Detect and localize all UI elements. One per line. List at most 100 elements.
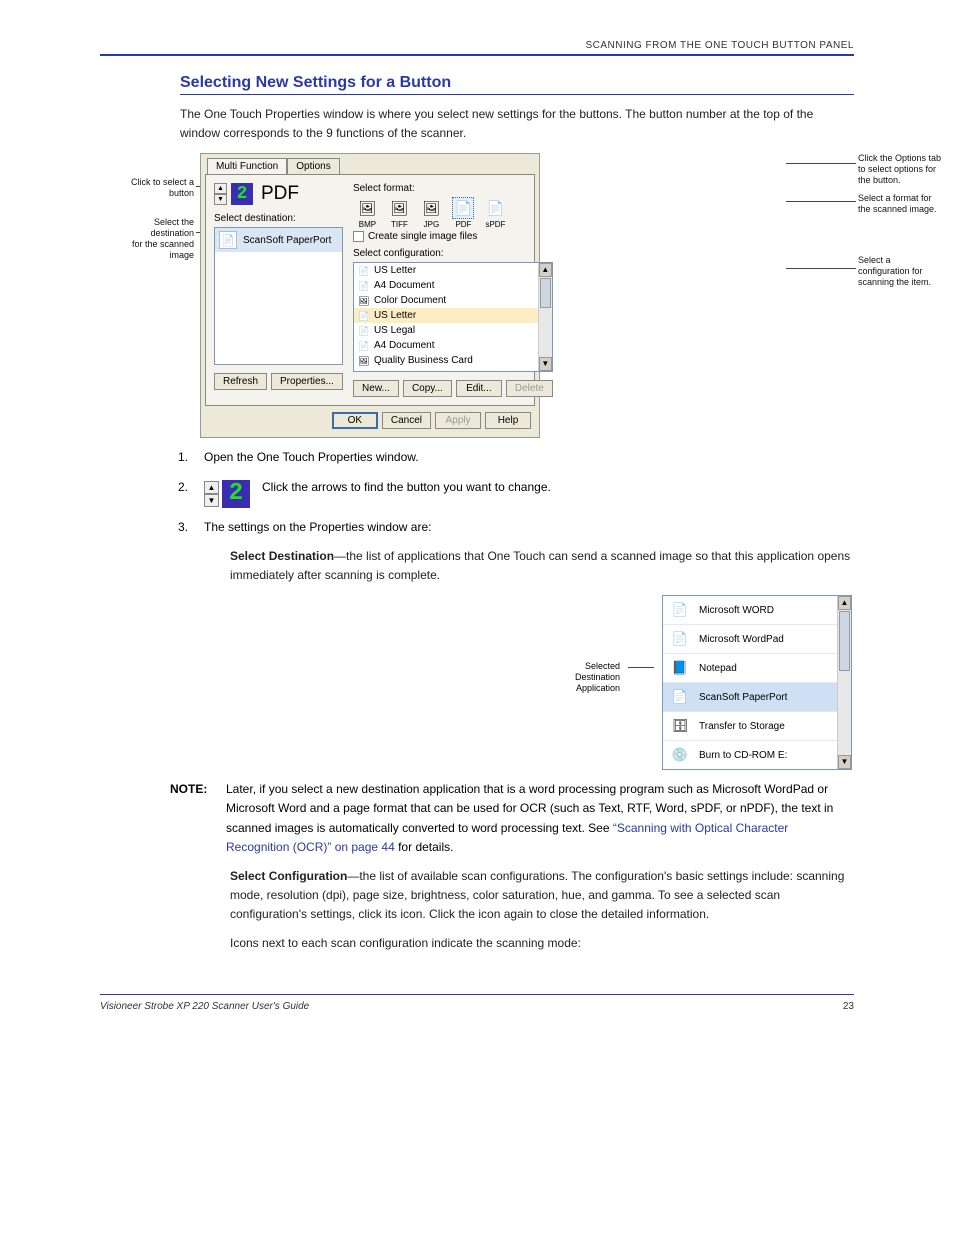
scroll-up-icon[interactable]: ▲ <box>539 263 552 277</box>
paperport-icon: 📄 <box>219 231 237 249</box>
destination-listbox[interactable]: 📄 ScanSoft PaperPort <box>214 227 343 365</box>
ok-button[interactable]: OK <box>332 412 378 429</box>
select-configuration-label: Select configuration: <box>353 248 553 259</box>
config-row[interactable]: 📄US Letter🔒 <box>354 308 552 323</box>
create-single-image-files-row[interactable]: Create single image files <box>353 231 553 242</box>
select-destination-lead: Select Destination <box>230 549 334 563</box>
destination-item-label: ScanSoft PaperPort <box>243 235 331 246</box>
config-row[interactable]: 🖼Quality Business Card🔒 <box>354 353 552 368</box>
button-number-up[interactable]: ▲ <box>214 183 227 194</box>
config-scrollbar[interactable]: ▲ ▼ <box>538 263 552 371</box>
properties-button[interactable]: Properties... <box>271 373 343 390</box>
scroll-down-icon[interactable]: ▼ <box>539 357 552 371</box>
tab-multi-function[interactable]: Multi Function <box>207 158 287 174</box>
scroll-down-icon[interactable]: ▼ <box>838 755 851 769</box>
format-bmp-icon[interactable]: 🖼 <box>356 197 378 219</box>
step-1-number: 1. <box>170 448 188 467</box>
button-number-up-thumb: ▲ <box>204 481 219 494</box>
apply-button[interactable]: Apply <box>435 412 481 429</box>
create-single-image-files-label: Create single image files <box>368 231 478 242</box>
config-row[interactable]: 📄US Letter🔒 <box>354 263 552 278</box>
scroll-thumb[interactable] <box>839 611 850 671</box>
format-bmp-label: BMP <box>359 220 376 229</box>
delete-button[interactable]: Delete <box>506 380 553 397</box>
button-number-selector: ▲ ▼ 2 PDF <box>214 183 343 205</box>
intro-paragraph: The One Touch Properties window is where… <box>180 105 854 143</box>
list-item[interactable]: 💿Burn to CD-ROM E: <box>663 741 851 769</box>
format-spdf-label: sPDF <box>485 220 505 229</box>
refresh-button[interactable]: Refresh <box>214 373 267 390</box>
notepad-icon: 📘 <box>669 659 691 677</box>
button-number-display: 2 <box>231 183 253 205</box>
help-button[interactable]: Help <box>485 412 531 429</box>
cdrom-icon: 💿 <box>669 746 691 764</box>
dest-float-callout-line <box>628 667 654 668</box>
destination-item-paperport[interactable]: 📄 ScanSoft PaperPort <box>215 228 342 252</box>
page-icon: 📄 <box>358 326 370 336</box>
format-pdf-icon[interactable]: 📄 <box>452 197 474 219</box>
copy-button[interactable]: Copy... <box>403 380 452 397</box>
list-item[interactable]: 🗄Transfer to Storage <box>663 712 851 741</box>
header-rule <box>100 54 854 56</box>
button-number-down[interactable]: ▼ <box>214 194 227 205</box>
note-text: Later, if you select a new destination a… <box>226 780 854 857</box>
select-format-label: Select format: <box>353 183 553 194</box>
format-spdf-icon[interactable]: 📄 <box>484 197 506 219</box>
button-number-selector-thumb: ▲ ▼ 2 <box>204 480 250 508</box>
color-icon: 🖼 <box>358 296 370 306</box>
note-label: Note: <box>170 780 210 799</box>
format-jpg-icon[interactable]: 🖼 <box>420 197 442 219</box>
dest-float-callout: Selected Destination Application <box>560 661 620 693</box>
edit-button[interactable]: Edit... <box>456 380 502 397</box>
word-icon: 📄 <box>669 601 691 619</box>
page-icon: 📄 <box>358 281 370 291</box>
header-section-label: SCANNING FROM THE ONE TOUCH BUTTON PANEL <box>100 40 854 51</box>
config-row[interactable]: 🖼Color Document🔒 <box>354 293 552 308</box>
page-icon: 📄 <box>358 341 370 351</box>
create-single-image-files-checkbox[interactable] <box>353 231 364 242</box>
destination-scrollbar[interactable]: ▲ ▼ <box>837 596 851 769</box>
config-row[interactable]: 📄A4 Document🔒 <box>354 278 552 293</box>
step-2-number: 2. <box>170 478 188 497</box>
config-icons-paragraph: Icons next to each scan configuration in… <box>230 934 854 953</box>
step-3-text: The settings on the Properties window ar… <box>204 518 854 537</box>
paperport-icon: 📄 <box>669 688 691 706</box>
button-number-display-thumb: 2 <box>222 480 250 508</box>
step-1-text: Open the One Touch Properties window. <box>204 448 854 467</box>
config-row[interactable]: 📄A4 Document🔒 <box>354 338 552 353</box>
destination-applications-list: 📄Microsoft WORD 📄Microsoft WordPad 📘Note… <box>662 595 852 770</box>
page-icon: 📄 <box>358 266 370 276</box>
list-item[interactable]: 📄ScanSoft PaperPort <box>663 683 851 712</box>
scroll-up-icon[interactable]: ▲ <box>838 596 851 610</box>
format-pdf-label: PDF <box>455 220 471 229</box>
list-item[interactable]: 📘Notepad <box>663 654 851 683</box>
config-row[interactable]: 📄US Legal🔒 <box>354 323 552 338</box>
list-item[interactable]: 📄Microsoft WORD <box>663 596 851 625</box>
onetouch-properties-dialog: Multi Function Options ▲ ▼ 2 PDF Select … <box>200 153 540 438</box>
scroll-thumb[interactable] <box>540 278 551 308</box>
wordpad-icon: 📄 <box>669 630 691 648</box>
storage-icon: 🗄 <box>669 717 691 735</box>
format-jpg-label: JPG <box>424 220 440 229</box>
button-name-label: PDF <box>261 183 299 205</box>
new-button[interactable]: New... <box>353 380 399 397</box>
select-configuration-lead: Select Configuration <box>230 869 347 883</box>
configuration-listbox[interactable]: 📄US Letter🔒 📄A4 Document🔒 🖼Color Documen… <box>353 262 553 372</box>
footer-title: Visioneer Strobe XP 220 Scanner User's G… <box>100 1001 309 1012</box>
format-row: 🖼BMP 🖼TIFF 🖼JPG 📄PDF 📄sPDF <box>353 197 553 229</box>
tab-strip: Multi Function Options <box>207 158 539 174</box>
format-tiff-icon[interactable]: 🖼 <box>388 197 410 219</box>
page-icon: 📄 <box>358 311 370 321</box>
select-configuration-paragraph: Select Configuration—the list of availab… <box>230 867 854 925</box>
tab-options[interactable]: Options <box>287 158 339 174</box>
step-3-number: 3. <box>170 518 188 537</box>
page-number: 23 <box>843 1001 854 1012</box>
cancel-button[interactable]: Cancel <box>382 412 431 429</box>
select-destination-paragraph: Select Destination—the list of applicati… <box>230 547 854 585</box>
select-destination-label: Select destination: <box>214 213 343 224</box>
format-tiff-label: TIFF <box>391 220 408 229</box>
page-footer: Visioneer Strobe XP 220 Scanner User's G… <box>100 994 854 1012</box>
color-icon: 🖼 <box>358 356 370 366</box>
list-item[interactable]: 📄Microsoft WordPad <box>663 625 851 654</box>
section-heading: Selecting New Settings for a Button <box>180 74 854 95</box>
